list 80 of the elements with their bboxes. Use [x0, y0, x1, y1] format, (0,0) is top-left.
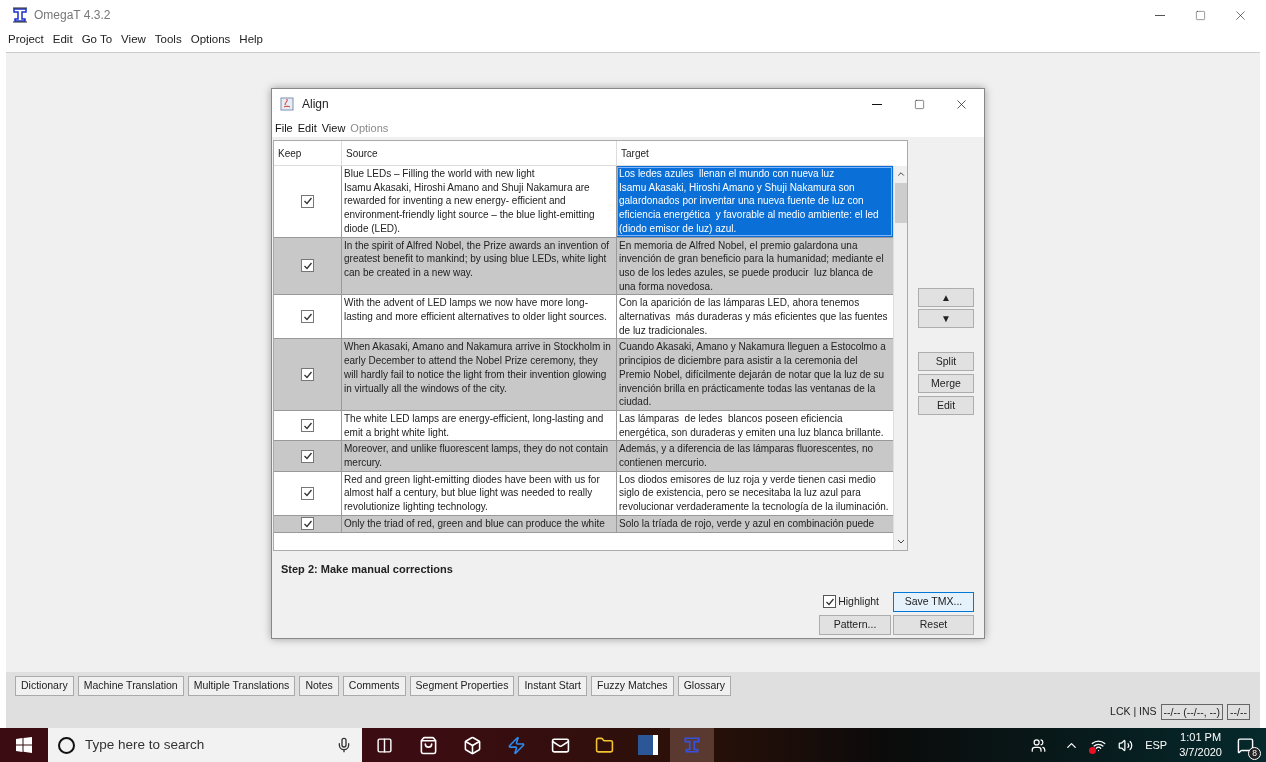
- pane-tab[interactable]: Glossary: [677, 676, 732, 696]
- minimize-icon: [1155, 14, 1165, 16]
- language-indicator[interactable]: ESP: [1145, 736, 1168, 754]
- target-cell: Los ledes azules llenan el mundo con nueva luz Isamu Akasaki, Hiroshi Amano y Shuji Nakamura son galardonados por inventar una nueva fuente de luz con eficiencia energética y favorable al medio ambiente: el led (diodo emisor de luz) azul.: [616, 166, 893, 237]
- source-cell: With the advent of LED lamps we now have more long-lasting and more efficient alternatives to older light sources.: [341, 295, 616, 339]
- network-icon[interactable]: [1091, 737, 1107, 753]
- cortana-icon: [58, 736, 75, 754]
- menu-item[interactable]: Help: [237, 31, 265, 49]
- search-field[interactable]: Type here to search: [48, 728, 362, 762]
- source-cell: Moreover, and unlike fluorescent lamps, they do not contain mercury.: [341, 441, 616, 471]
- source-cell: The white LED lamps are energy-efficient, long-lasting and emit a bright white light.: [341, 410, 616, 441]
- windows-logo-icon: [16, 737, 32, 753]
- menu-item[interactable]: Options: [188, 31, 233, 49]
- dialog-title: Align: [302, 96, 329, 113]
- move-up-button[interactable]: ▲: [918, 288, 974, 307]
- step-label: Step 2: Make manual corrections: [281, 562, 454, 577]
- menu-item[interactable]: Go To: [79, 31, 115, 49]
- clock[interactable]: 1:01 PM 3/7/2020: [1179, 730, 1222, 760]
- window-title: OmegaT 4.3.2: [34, 7, 111, 24]
- menu-item[interactable]: File: [275, 119, 293, 137]
- column-header[interactable]: Keep: [274, 141, 341, 166]
- keep-checkbox[interactable]: [301, 419, 314, 433]
- keep-checkbox[interactable]: [301, 310, 314, 324]
- document-icon[interactable]: [638, 735, 658, 755]
- source-cell: When Akasaki, Amano and Nakamura arrive in Stockholm in early December to attend the Nobel Prize ceremony, they will hardly fail to notice the light from their invention glowing in virtually all the windows of the city.: [341, 339, 616, 410]
- segment-counter: --/--: [1227, 704, 1250, 720]
- pane-tab[interactable]: Multiple Translations: [187, 676, 296, 696]
- keep-checkbox[interactable]: [301, 517, 314, 531]
- java-icon: [280, 97, 294, 111]
- mail-icon[interactable]: [550, 735, 570, 755]
- pane-tab[interactable]: Notes: [299, 676, 339, 696]
- source-cell: Red and green light-emitting diodes have been with us for almost half a century, but blue light was needed to really revolutionize lighting technology.: [341, 471, 616, 515]
- pane-tab[interactable]: Fuzzy Matches: [591, 676, 674, 696]
- keep-checkbox[interactable]: [301, 194, 314, 208]
- source-cell: Only the triad of red, green and blue can produce the white: [341, 515, 616, 532]
- maximize-icon: [913, 98, 925, 110]
- app-logo-icon: [12, 7, 28, 23]
- move-down-button[interactable]: ▼: [918, 309, 974, 328]
- keep-checkbox[interactable]: [301, 259, 314, 273]
- pane-tab[interactable]: Segment Properties: [409, 676, 515, 696]
- pane-tab[interactable]: Dictionary: [15, 676, 74, 696]
- menu-item[interactable]: Project: [6, 31, 46, 49]
- save-tmx-button[interactable]: Save TMX...: [893, 591, 974, 612]
- volume-icon[interactable]: [1118, 737, 1134, 753]
- keep-checkbox[interactable]: [301, 368, 314, 382]
- search-placeholder: Type here to search: [85, 735, 205, 754]
- notification-count: 8: [1248, 747, 1261, 760]
- keep-checkbox[interactable]: [301, 486, 314, 500]
- action-button[interactable]: Split: [918, 352, 974, 371]
- reset-button[interactable]: Reset: [893, 614, 974, 635]
- menu-item[interactable]: Edit: [297, 119, 317, 137]
- lightning-icon[interactable]: [506, 735, 526, 755]
- pane-tab[interactable]: Machine Translation: [77, 676, 184, 696]
- highlight-checkbox[interactable]: Highlight: [823, 591, 891, 612]
- menu-item[interactable]: Tools: [152, 31, 184, 49]
- task-view-icon[interactable]: [375, 736, 393, 754]
- pattern-button[interactable]: Pattern...: [819, 614, 891, 635]
- minimize-icon: [872, 103, 882, 105]
- menu-item[interactable]: Edit: [50, 31, 75, 49]
- segment-counter: --/-- (--/--, --): [1160, 704, 1224, 720]
- notification-icon[interactable]: [1236, 736, 1254, 754]
- scrollbar-thumb[interactable]: [894, 183, 907, 223]
- pane-tab[interactable]: Instant Start: [518, 676, 587, 696]
- microphone-icon[interactable]: [336, 737, 352, 753]
- checkbox-box[interactable]: [823, 595, 837, 608]
- store-icon[interactable]: [418, 735, 438, 755]
- folder-icon[interactable]: [594, 735, 614, 755]
- people-icon[interactable]: [1031, 737, 1047, 753]
- edit-mode-indicator: LCK | INS: [1110, 704, 1157, 720]
- action-button[interactable]: Edit: [918, 396, 974, 415]
- menu-item[interactable]: View: [321, 119, 346, 137]
- pane-tab[interactable]: Comments: [342, 676, 406, 696]
- box-icon[interactable]: [462, 735, 482, 755]
- action-button[interactable]: Merge: [918, 374, 974, 393]
- maximize-icon: [1194, 9, 1206, 21]
- scrollbar[interactable]: [893, 166, 907, 550]
- menu-item[interactable]: View: [119, 31, 148, 49]
- source-cell: In the spirit of Alfred Nobel, the Prize awards an invention of greatest benefit to mankind; by using blue LEDs, white light can be created in a new way.: [341, 237, 616, 295]
- scroll-up-icon[interactable]: [895, 169, 906, 179]
- keep-checkbox[interactable]: [301, 449, 314, 463]
